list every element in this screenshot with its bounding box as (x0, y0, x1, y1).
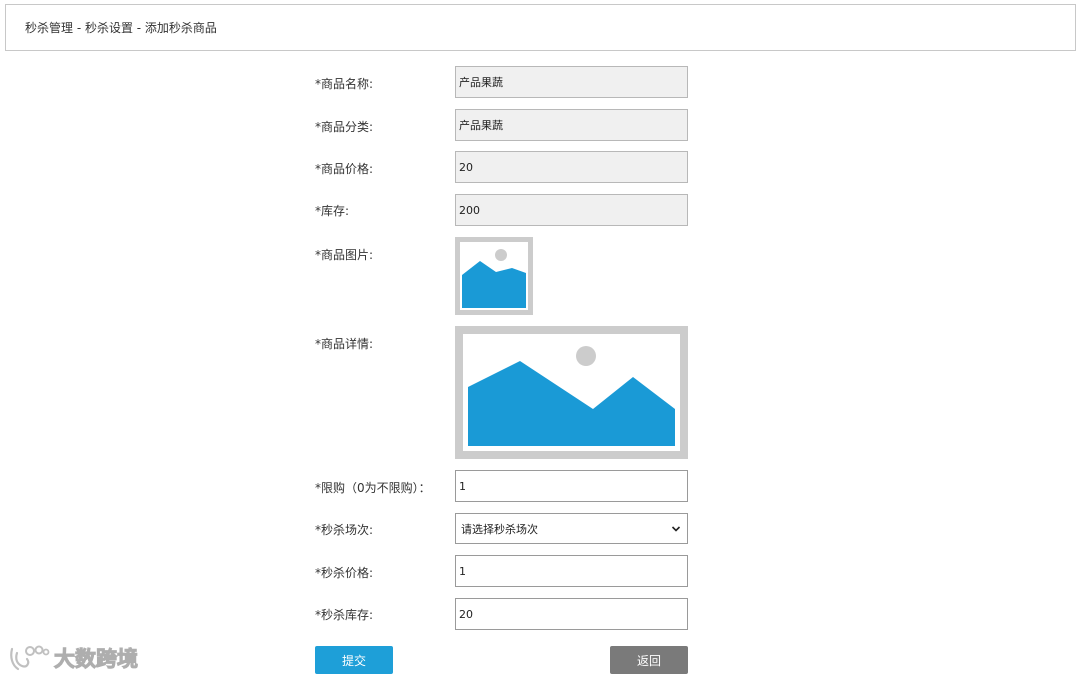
product-name-value: 产品果蔬 (459, 76, 503, 89)
image-placeholder-icon (463, 334, 680, 451)
product-category-label: *商品分类: (315, 120, 374, 134)
product-price-value: 20 (459, 160, 473, 174)
flash-session-label: *秒杀场次: (315, 523, 374, 537)
stock-value: 200 (459, 203, 480, 217)
product-detail-upload[interactable] (455, 326, 688, 459)
submit-button[interactable]: 提交 (315, 646, 393, 674)
flash-stock-input[interactable]: 20 (455, 598, 688, 630)
logo-icon (10, 645, 50, 671)
flash-price-label: *秒杀价格: (315, 566, 374, 580)
product-name-field[interactable]: 产品果蔬 (455, 66, 688, 98)
product-image-label: *商品图片: (315, 248, 374, 262)
stock-label: *库存: (315, 204, 350, 218)
product-image-upload[interactable] (455, 237, 533, 315)
purchase-limit-value: 1 (459, 479, 466, 493)
product-category-field[interactable]: 产品果蔬 (455, 109, 688, 141)
product-name-label: *商品名称: (315, 77, 374, 91)
flash-session-selected: 请选择秒杀场次 (461, 522, 538, 536)
image-placeholder-icon (460, 242, 528, 310)
purchase-limit-label: *限购（0为不限购）： (315, 481, 431, 495)
flash-stock-value: 20 (459, 607, 473, 621)
product-detail-label: *商品详情: (315, 337, 374, 351)
flash-price-input[interactable]: 1 (455, 555, 688, 587)
product-price-label: *商品价格: (315, 162, 374, 176)
chevron-down-icon (671, 525, 681, 532)
flash-price-value: 1 (459, 564, 466, 578)
breadcrumb-text: 秒杀管理 - 秒杀设置 - 添加秒杀商品 (25, 21, 217, 35)
product-price-field[interactable]: 20 (455, 151, 688, 183)
purchase-limit-input[interactable]: 1 (455, 470, 688, 502)
product-category-value: 产品果蔬 (459, 119, 503, 132)
watermark: 大数跨境 (8, 641, 139, 675)
back-button[interactable]: 返回 (610, 646, 688, 674)
breadcrumb: 秒杀管理 - 秒杀设置 - 添加秒杀商品 (5, 4, 1076, 51)
flash-stock-label: *秒杀库存: (315, 608, 374, 622)
stock-field[interactable]: 200 (455, 194, 688, 226)
flash-session-select[interactable]: 请选择秒杀场次 (455, 513, 688, 544)
watermark-text: 大数跨境 (54, 647, 139, 672)
